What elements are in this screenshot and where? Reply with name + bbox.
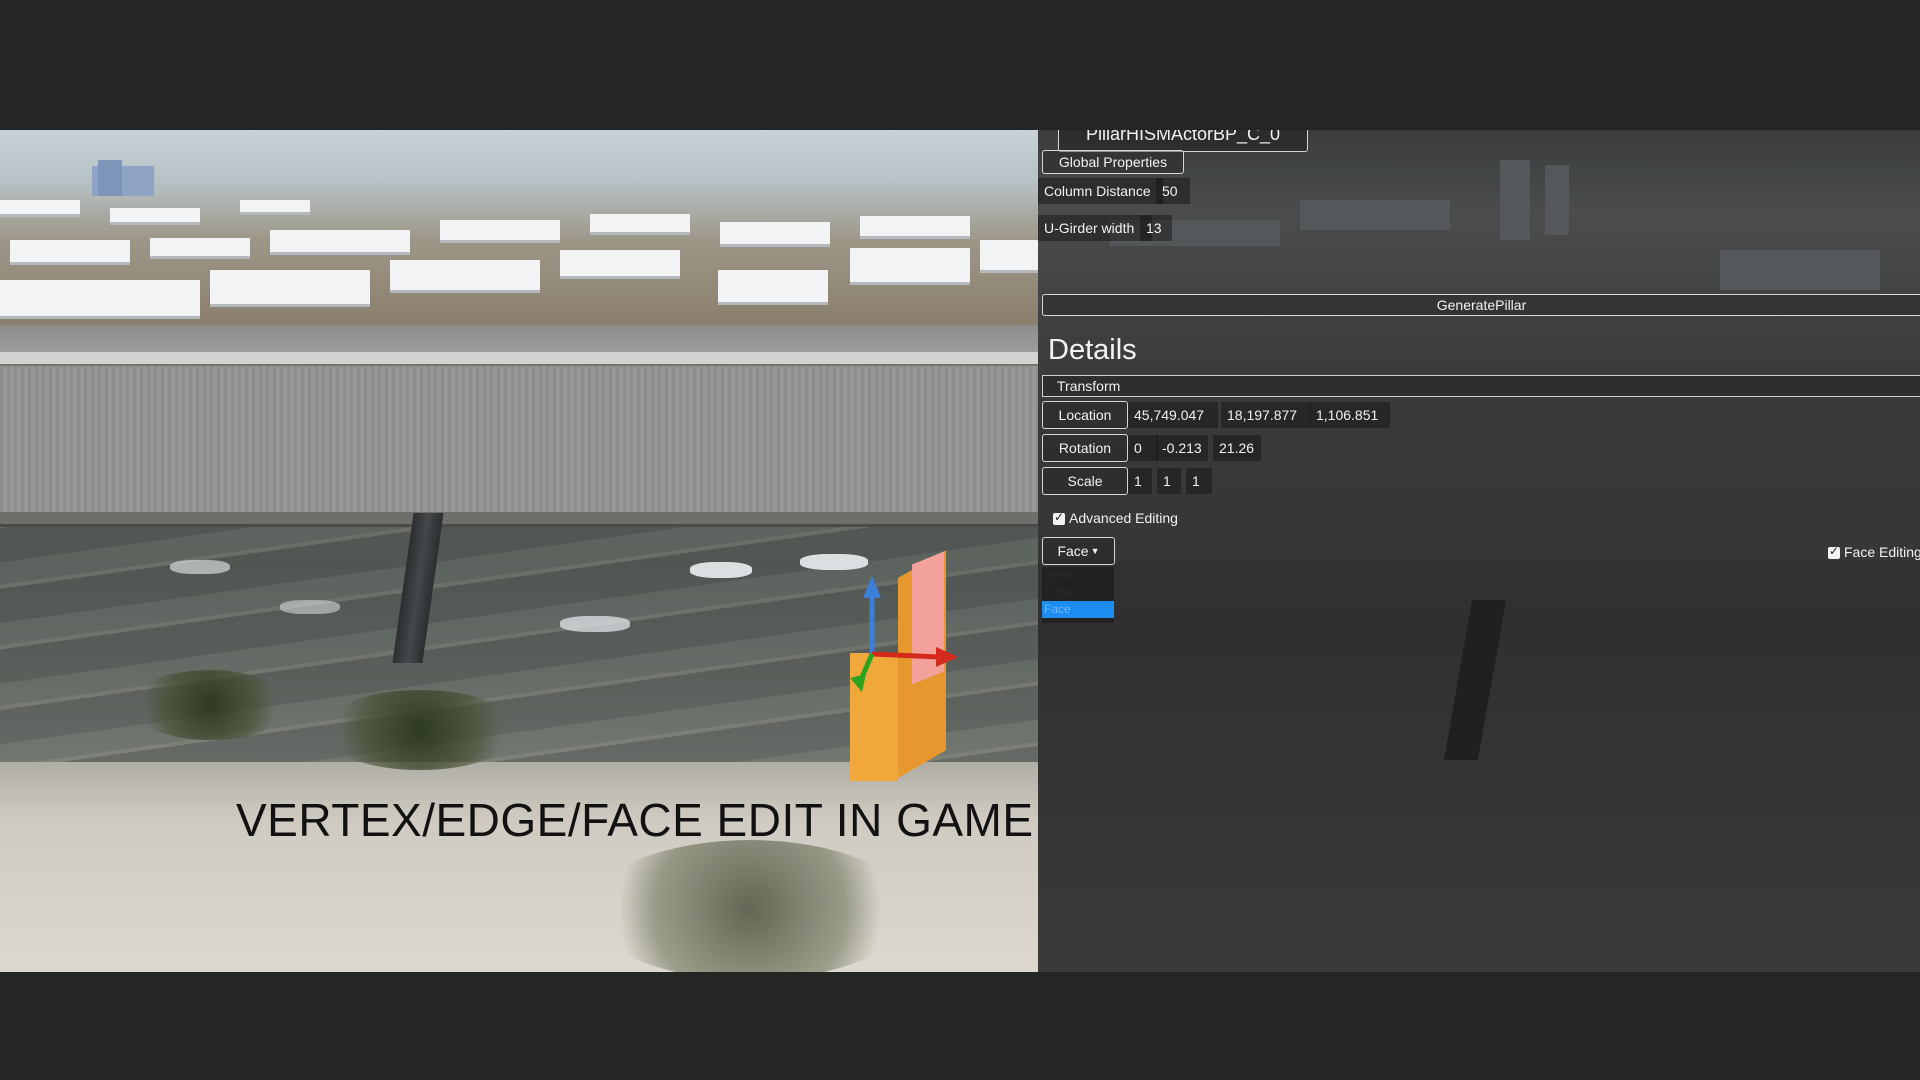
scale-z-input[interactable]: 1 — [1186, 468, 1212, 494]
actor-name-label: PillarHISMActorBP_C_0 — [1058, 130, 1308, 152]
rotation-z-input[interactable]: 21.26 — [1213, 435, 1261, 461]
transform-section-header[interactable]: Transform — [1042, 375, 1920, 397]
location-x-input[interactable]: 45,749.047 — [1128, 402, 1218, 428]
global-properties-button[interactable]: Global Properties — [1042, 150, 1184, 174]
background-building — [1545, 165, 1569, 235]
dropdown-option-vertex[interactable]: Vertex — [1042, 567, 1114, 584]
mode-dropdown-value: Face — [1057, 543, 1089, 559]
face-editing-checkbox-row[interactable]: Face Editing — [1828, 544, 1920, 560]
background-building — [1300, 200, 1450, 230]
scale-x-input[interactable]: 1 — [1128, 468, 1152, 494]
caption-text: VERTEX/EDGE/FACE EDIT IN GAME — [236, 794, 1034, 846]
rotation-label-button[interactable]: Rotation — [1042, 434, 1128, 462]
mode-dropdown[interactable]: Face ▼ — [1042, 537, 1115, 565]
advanced-editing-checkbox-row[interactable]: Advanced Editing — [1053, 510, 1178, 526]
caret-down-icon: ▼ — [1090, 546, 1100, 556]
background-building — [1500, 160, 1530, 240]
screen-frame: VERTEX/EDGE/FACE EDIT IN GAME PillarHISM… — [0, 130, 1920, 972]
dropdown-option-edge[interactable]: Edge — [1042, 584, 1114, 601]
checkbox-checked-icon[interactable] — [1053, 510, 1065, 525]
gizmo-x-axis[interactable] — [871, 651, 941, 660]
location-y-input[interactable]: 18,197.877 — [1221, 402, 1311, 428]
checkbox-checked-icon[interactable] — [1828, 544, 1840, 559]
column-distance-input[interactable]: 50 — [1156, 178, 1190, 204]
scale-y-input[interactable]: 1 — [1157, 468, 1181, 494]
gizmo-y-arrow[interactable] — [850, 674, 866, 692]
dropdown-option-face[interactable]: Face — [1042, 601, 1114, 618]
rotation-y-input[interactable]: -0.213 — [1156, 435, 1208, 461]
game-viewport[interactable]: VERTEX/EDGE/FACE EDIT IN GAME — [0, 130, 1038, 972]
scale-label-button[interactable]: Scale — [1042, 467, 1128, 495]
mode-dropdown-list[interactable]: Vertex Edge Face — [1042, 567, 1114, 623]
u-girder-width-label: U-Girder width — [1038, 215, 1152, 241]
generate-pillar-button[interactable]: GeneratePillar — [1042, 294, 1920, 316]
background-building — [1720, 250, 1880, 290]
location-label-button[interactable]: Location — [1042, 401, 1128, 429]
gizmo-z-arrow[interactable] — [863, 576, 881, 598]
face-editing-label: Face Editing — [1844, 544, 1920, 560]
details-title: Details — [1048, 334, 1137, 366]
advanced-editing-label: Advanced Editing — [1069, 510, 1178, 526]
location-z-input[interactable]: 1,106.851 — [1310, 402, 1390, 428]
rotation-x-input[interactable]: 0 — [1128, 435, 1158, 461]
u-girder-width-input[interactable]: 13 — [1140, 215, 1172, 241]
column-distance-label: Column Distance — [1038, 178, 1163, 204]
gizmo-x-arrow[interactable] — [936, 647, 958, 667]
